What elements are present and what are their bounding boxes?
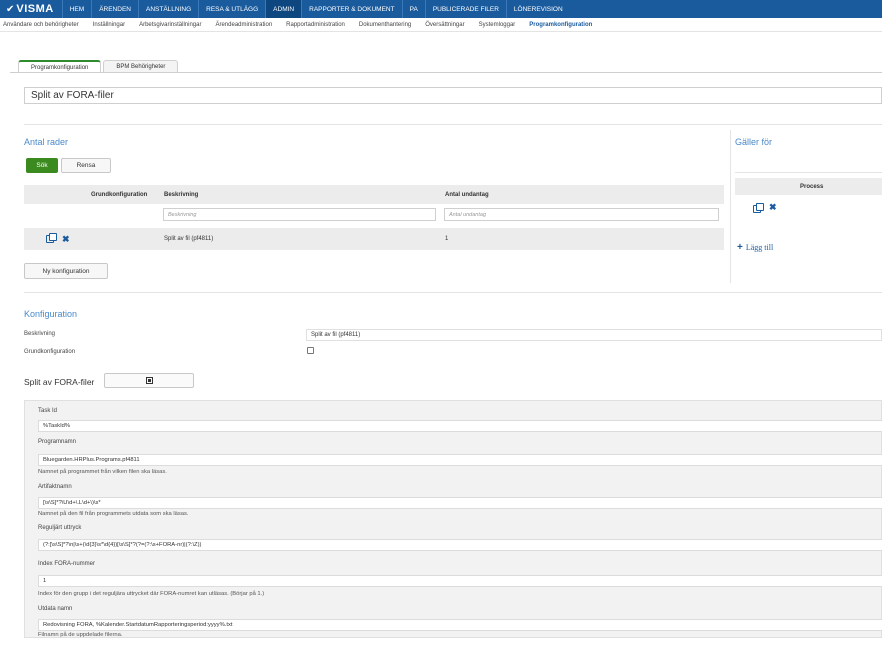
nav-anstallning[interactable]: ANSTÄLLNING bbox=[137, 0, 198, 18]
process-table-header: Process bbox=[735, 178, 882, 195]
expand-collapse-button[interactable] bbox=[104, 373, 194, 388]
subnav-rapportadministration[interactable]: Rapportadministration bbox=[286, 22, 345, 28]
artifaktnamn-field[interactable]: [\s\S]*?\U\d+\.L\d+\)\s* bbox=[38, 497, 882, 509]
programnamn-field[interactable]: Bluegarden.HRPlus.Programs.pf4811 bbox=[38, 454, 882, 466]
top-navigation: ✔ VISMA HEM ÄRENDEN ANSTÄLLNING RESA & U… bbox=[0, 0, 882, 18]
divider bbox=[24, 124, 882, 125]
nav-admin[interactable]: ADMIN bbox=[265, 0, 302, 18]
tab-divider bbox=[10, 72, 882, 73]
subnav-programkonfiguration[interactable]: Programkonfiguration bbox=[529, 22, 592, 28]
plus-icon: + bbox=[737, 242, 743, 253]
add-process-label: Lägg till bbox=[745, 243, 774, 252]
utdata-namn-hint: Filnamn på de uppdelade filerna. bbox=[38, 632, 123, 638]
subnav-oversattningar[interactable]: Översättningar bbox=[425, 22, 464, 28]
column-process[interactable]: Process bbox=[800, 178, 823, 195]
column-antal-undantag[interactable]: Antal undantag bbox=[445, 185, 489, 204]
antal-rader-title: Antal rader bbox=[24, 137, 69, 147]
subnav-systemloggar[interactable]: Systemloggar bbox=[479, 22, 516, 28]
table-row[interactable]: ✖ Split av fil (pf4811) 1 bbox=[24, 228, 724, 250]
reguljart-uttryck-field[interactable]: (?:[\s\S]*?\n|\s+(\d{3}\s*\d{4})[\s\S]*?… bbox=[38, 539, 882, 551]
clear-button[interactable]: Rensa bbox=[61, 158, 111, 173]
subnav-arbetsgivarinstallningar[interactable]: Arbetsgivarinställningar bbox=[139, 22, 201, 28]
artifaktnamn-hint: Namnet på den fil från programmets utdat… bbox=[38, 511, 189, 517]
subnav-dokumenthantering[interactable]: Dokumenthantering bbox=[359, 22, 411, 28]
new-configuration-button[interactable]: Ny konfiguration bbox=[24, 263, 108, 279]
split-section-title: Split av FORA-filer bbox=[24, 377, 95, 387]
index-fora-label: Index FORA-nummer bbox=[38, 561, 96, 567]
programnamn-label: Programnamn bbox=[38, 439, 77, 445]
nav-hem[interactable]: HEM bbox=[61, 0, 91, 18]
subnav-arendeadministration[interactable]: Ärendeadministration bbox=[215, 22, 272, 28]
artifaktnamn-label: Artifaktnamn bbox=[38, 484, 72, 490]
process-delete-icon[interactable]: ✖ bbox=[769, 203, 777, 212]
subnav-anvandare[interactable]: Användare och behörigheter bbox=[3, 22, 79, 28]
copy-icon[interactable] bbox=[46, 228, 57, 250]
sub-navigation: Användare och behörigheter Inställningar… bbox=[0, 18, 882, 32]
column-grundkonfiguration[interactable]: Grundkonfiguration bbox=[91, 185, 147, 204]
nav-resa-utlagg[interactable]: RESA & UTLÄGG bbox=[198, 0, 265, 18]
nav-pa[interactable]: PA bbox=[401, 0, 425, 18]
reguljart-uttryck-label: Reguljärt uttryck bbox=[38, 525, 82, 531]
grundkonfiguration-checkbox[interactable] bbox=[307, 347, 314, 354]
add-process-link[interactable]: + Lägg till bbox=[737, 242, 773, 253]
index-fora-field[interactable]: 1 bbox=[38, 575, 882, 587]
filter-beskrivning-input[interactable]: Beskrivning bbox=[163, 208, 436, 221]
process-copy-icon[interactable] bbox=[753, 203, 764, 213]
row-beskrivning: Split av fil (pf4811) bbox=[164, 236, 214, 242]
utdata-namn-label: Utdata namn bbox=[38, 606, 73, 612]
programnamn-hint: Namnet på programmet från vilken filen s… bbox=[38, 469, 167, 475]
nav-publicerade-filer[interactable]: PUBLICERADE FILER bbox=[424, 0, 506, 18]
utdata-namn-field[interactable]: Redovisning FORA, %Kalender.StartdatumRa… bbox=[38, 619, 882, 631]
beskrivning-label: Beskrivning bbox=[24, 331, 56, 337]
logo-text: VISMA bbox=[16, 3, 54, 15]
delete-icon[interactable]: ✖ bbox=[62, 228, 70, 250]
panel-divider bbox=[730, 130, 731, 283]
galler-for-title: Gäller för bbox=[735, 137, 773, 147]
nav-arenden[interactable]: ÄRENDEN bbox=[91, 0, 138, 18]
task-id-label: Task Id bbox=[38, 408, 58, 414]
visma-logo[interactable]: ✔ VISMA bbox=[0, 0, 62, 18]
divider bbox=[735, 172, 882, 173]
divider bbox=[24, 292, 882, 293]
nav-lonerevision[interactable]: LÖNEREVISION bbox=[505, 0, 570, 18]
collapse-icon bbox=[145, 377, 153, 384]
search-button[interactable]: Sök bbox=[26, 158, 58, 173]
beskrivning-field[interactable]: Split av fil (pf4811) bbox=[306, 329, 882, 341]
task-settings-panel: Task Id %TaskId% Programnamn Bluegarden.… bbox=[24, 400, 882, 638]
row-antal-undantag: 1 bbox=[445, 236, 449, 242]
subnav-installningar[interactable]: Inställningar bbox=[93, 22, 125, 28]
nav-rapporter-dokument[interactable]: RAPPORTER & DOKUMENT bbox=[301, 0, 401, 18]
index-fora-hint: Index för den grupp i det reguljära uttr… bbox=[38, 591, 265, 597]
grundkonfiguration-label: Grundkonfiguration bbox=[24, 349, 76, 355]
column-beskrivning[interactable]: Beskrivning bbox=[164, 185, 198, 204]
visma-check-icon: ✔ bbox=[6, 3, 15, 15]
konfiguration-title: Konfiguration bbox=[24, 309, 78, 319]
table-header: Grundkonfiguration Beskrivning Antal und… bbox=[24, 185, 724, 204]
filter-antal-undantag-input[interactable]: Antal undantag bbox=[444, 208, 719, 221]
task-id-field[interactable]: %TaskId% bbox=[38, 420, 882, 432]
page-title: Split av FORA-filer bbox=[24, 87, 882, 104]
